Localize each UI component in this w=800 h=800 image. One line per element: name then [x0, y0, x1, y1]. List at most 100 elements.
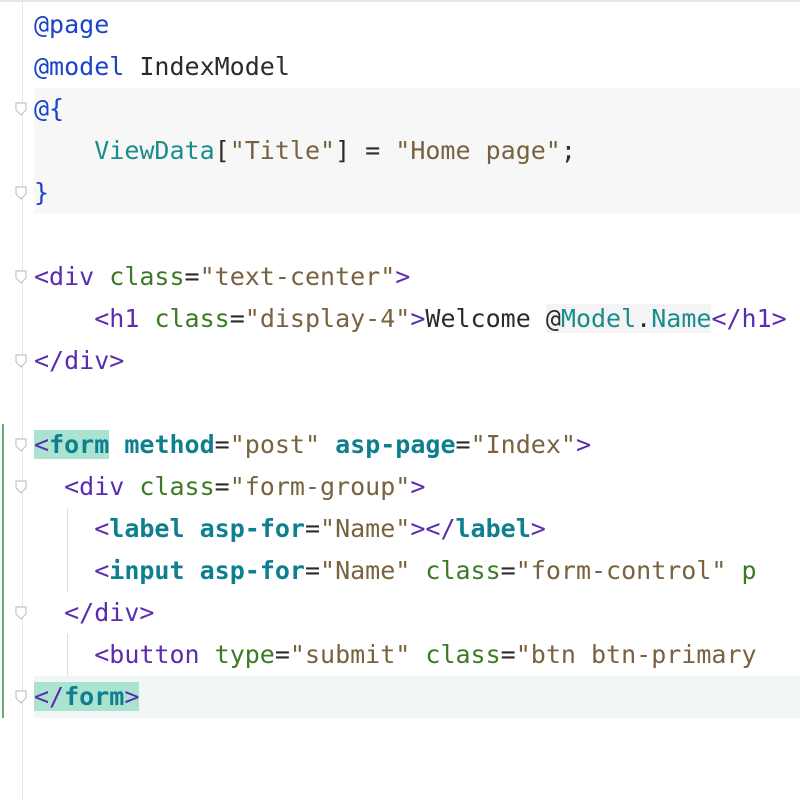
code-token: > [395, 262, 411, 291]
fold-toggle-icon[interactable] [14, 354, 28, 368]
code-token: <button [94, 640, 215, 669]
code-token: "Title" [229, 136, 336, 165]
code-token: < [94, 514, 110, 543]
code-token: class [154, 304, 230, 333]
code-line[interactable]: <form method="post" asp-page="Index"> [34, 424, 591, 466]
code-token: "Name" [320, 556, 411, 585]
code-line[interactable]: @{ [34, 88, 64, 130]
gutter-separator [22, 2, 23, 800]
code-token: > [575, 430, 591, 459]
code-token: = [184, 262, 200, 291]
code-editor[interactable]: @page @model IndexModel @{ ViewData["Title… [0, 0, 800, 800]
code-token: = [214, 430, 230, 459]
code-token: "post" [229, 430, 321, 459]
code-token: < [94, 556, 110, 585]
code-token: asp-for [199, 514, 305, 543]
code-line[interactable]: <h1 class="display-4">Welcome @Model.Nam… [34, 298, 787, 340]
code-line[interactable]: @page [34, 4, 109, 46]
code-line[interactable]: <input asp-for="Name" class="form-contro… [34, 550, 757, 592]
code-token: </ [34, 682, 65, 711]
code-token: > [530, 514, 546, 543]
code-token: > [410, 304, 426, 333]
code-token: ViewData [94, 136, 215, 165]
editor-gutter [0, 2, 34, 800]
code-token: . [636, 304, 652, 333]
code-token: <div [64, 472, 140, 501]
fold-toggle-icon[interactable] [14, 690, 28, 704]
code-line[interactable]: ViewData["Title"] = "Home page"; [34, 130, 576, 172]
code-token: "form-group" [229, 472, 411, 501]
code-line[interactable]: </div> [34, 592, 154, 634]
indent-guide [67, 508, 69, 592]
code-token: @page [34, 10, 110, 39]
code-token: Welcome [425, 304, 546, 333]
code-token: @{ [34, 94, 65, 123]
code-line[interactable]: </form> [34, 676, 140, 718]
code-token: "form-control" [515, 556, 727, 585]
code-token: method [124, 430, 215, 459]
code-token: class [139, 472, 215, 501]
vcs-change-marker[interactable] [2, 424, 4, 718]
code-token: asp-for [199, 556, 305, 585]
code-line[interactable]: @model IndexModel [34, 46, 290, 88]
fold-toggle-icon[interactable] [14, 480, 28, 494]
code-line[interactable]: <div class="text-center"> [34, 256, 410, 298]
code-token: > [124, 682, 140, 711]
code-token: = [455, 430, 471, 459]
fold-toggle-icon[interactable] [14, 186, 28, 200]
code-token: label [109, 514, 185, 543]
code-token: = [304, 514, 321, 543]
code-token: = [229, 304, 245, 333]
code-token: = [500, 640, 516, 669]
code-token: <h1 [94, 304, 155, 333]
code-area[interactable]: @page @model IndexModel @{ ViewData["Title… [34, 2, 800, 800]
code-token: class [425, 556, 501, 585]
code-token: = [274, 640, 290, 669]
fold-toggle-icon[interactable] [14, 606, 28, 620]
code-token: class [109, 262, 185, 291]
code-token: "Index" [470, 430, 576, 459]
code-token: </div> [64, 598, 155, 627]
fold-toggle-icon[interactable] [14, 438, 28, 452]
code-token: ; [560, 136, 576, 165]
code-token: label [455, 514, 531, 543]
code-token: "submit" [289, 640, 411, 669]
code-token: @ [545, 304, 561, 333]
code-token: } [34, 178, 50, 207]
code-token: asp-page [335, 430, 456, 459]
code-line[interactable]: } [34, 172, 49, 214]
fold-toggle-icon[interactable] [14, 270, 28, 284]
code-token: class [425, 640, 501, 669]
code-token: form [64, 682, 125, 711]
code-token: </h1> [711, 304, 787, 333]
code-token: p [726, 556, 757, 585]
code-token: </div> [34, 346, 125, 375]
code-line[interactable]: <button type="submit" class="btn btn-pri… [34, 634, 756, 676]
indent-guide [67, 634, 69, 676]
code-token: IndexModel [124, 52, 290, 81]
code-token: input [109, 556, 185, 585]
code-line[interactable]: <div class="form-group"> [34, 466, 425, 508]
code-token: ] = [335, 136, 396, 165]
code-token: @model [34, 52, 125, 81]
code-token: "display-4" [244, 304, 411, 333]
code-token: < [34, 430, 50, 459]
code-token: type [214, 640, 275, 669]
code-line[interactable]: <label asp-for="Name"></label> [34, 508, 546, 550]
code-line[interactable]: </div> [34, 340, 124, 382]
code-token: Model [560, 304, 637, 333]
code-token: form [49, 430, 110, 459]
code-token: <div [34, 262, 110, 291]
fold-toggle-icon[interactable] [14, 102, 28, 116]
code-token: > [410, 472, 426, 501]
